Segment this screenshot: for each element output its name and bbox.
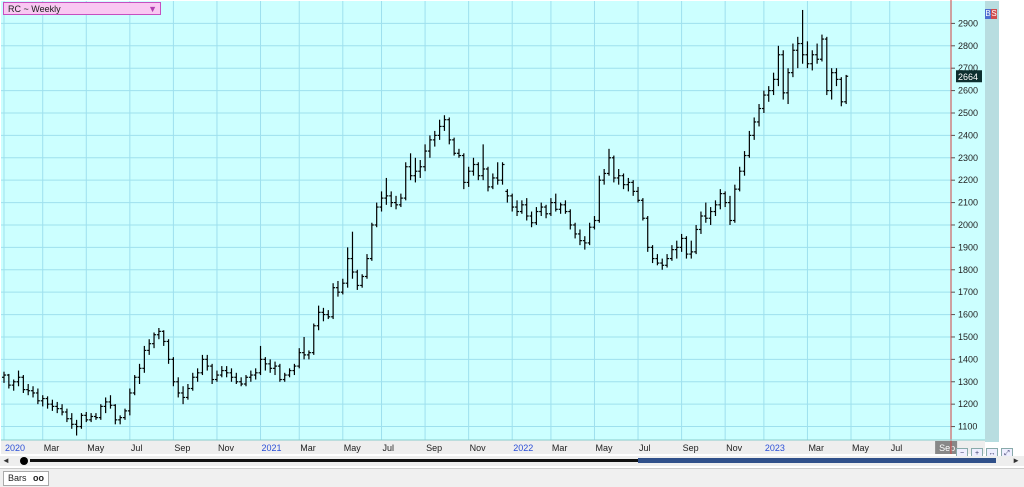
last-price-label: 2664: [958, 72, 978, 82]
x-tick-label: Nov: [470, 443, 487, 453]
y-tick-label: 1800: [958, 265, 978, 275]
y-tick-label: 2500: [958, 108, 978, 118]
y-tick-label: 2900: [958, 18, 978, 28]
y-tick-label: 2600: [958, 86, 978, 96]
price-chart[interactable]: 1100 1200 1300 1400 1500 1600 1700 1800 1900 2000…: [0, 0, 1024, 456]
scroll-start-handle[interactable]: [20, 457, 28, 465]
symbol-label: RC ~ Weekly: [8, 4, 61, 14]
y-tick-label: 2100: [958, 198, 978, 208]
x-tick-label: Mar: [300, 443, 316, 453]
scroll-right-icon[interactable]: ►: [1012, 456, 1020, 466]
x-tick-label: Mar: [552, 443, 568, 453]
x-tick-label: Sep: [174, 443, 190, 453]
scroll-thumb[interactable]: [638, 458, 996, 463]
y-tick-label: 1100: [958, 422, 977, 432]
chevron-down-icon[interactable]: ▼: [148, 3, 157, 16]
x-tick-label: Jul: [383, 443, 395, 453]
y-tick-label: 1600: [958, 310, 978, 320]
y-tick-label: 2300: [958, 153, 978, 163]
y-tick-label: 2800: [958, 41, 978, 51]
link-icon: oo: [33, 473, 45, 483]
x-tick-label: Sep: [426, 443, 442, 453]
x-tick-label: May: [87, 443, 105, 453]
status-bar: Bars oo: [0, 468, 1024, 487]
y-tick-label: 1300: [958, 377, 978, 387]
x-tick-label: Nov: [218, 443, 235, 453]
y-tick-label: 1700: [958, 287, 978, 297]
buy-sell-badge[interactable]: BS: [985, 9, 997, 19]
x-tick-label: Sep: [683, 443, 699, 453]
x-tick-label: Sep: [939, 443, 955, 453]
y-tick-label: 2000: [958, 220, 978, 230]
chart-window: 1100 1200 1300 1400 1500 1600 1700 1800 1900 2000…: [0, 0, 1024, 487]
x-axis-band: [1, 440, 985, 454]
y-tick-label: 2400: [958, 130, 978, 140]
horizontal-scrollbar[interactable]: ◄ ►: [0, 456, 1024, 466]
right-margin-strip: [985, 1, 999, 442]
x-tick-label: Jul: [639, 443, 651, 453]
scroll-left-icon[interactable]: ◄: [2, 456, 10, 466]
x-tick-label: Mar: [808, 443, 824, 453]
x-tick-label: Nov: [726, 443, 743, 453]
x-tick-label: May: [595, 443, 613, 453]
plot-area: [1, 1, 985, 440]
y-tick-label: 1400: [958, 354, 978, 364]
x-tick-label: 2022: [513, 443, 533, 453]
y-tick-label: 1500: [958, 332, 978, 342]
x-tick-label: Mar: [44, 443, 60, 453]
y-tick-label: 1200: [958, 399, 978, 409]
sell-label[interactable]: S: [991, 9, 997, 19]
y-tick-label: 1900: [958, 242, 978, 252]
symbol-selector[interactable]: RC ~ Weekly ▼: [3, 2, 161, 15]
chart-toolbar: − + ↔ ⤢: [956, 442, 1016, 460]
x-tick-label: 2020: [5, 443, 25, 453]
y-tick-label: 2200: [958, 175, 978, 185]
x-tick-label: Jul: [891, 443, 903, 453]
x-tick-label: Jul: [131, 443, 143, 453]
x-tick-label: 2021: [262, 443, 282, 453]
chart-style-label: Bars: [8, 473, 27, 483]
x-tick-label: May: [344, 443, 362, 453]
x-tick-label: May: [852, 443, 870, 453]
x-tick-label: 2023: [765, 443, 785, 453]
chart-style-tab[interactable]: Bars oo: [3, 471, 50, 486]
